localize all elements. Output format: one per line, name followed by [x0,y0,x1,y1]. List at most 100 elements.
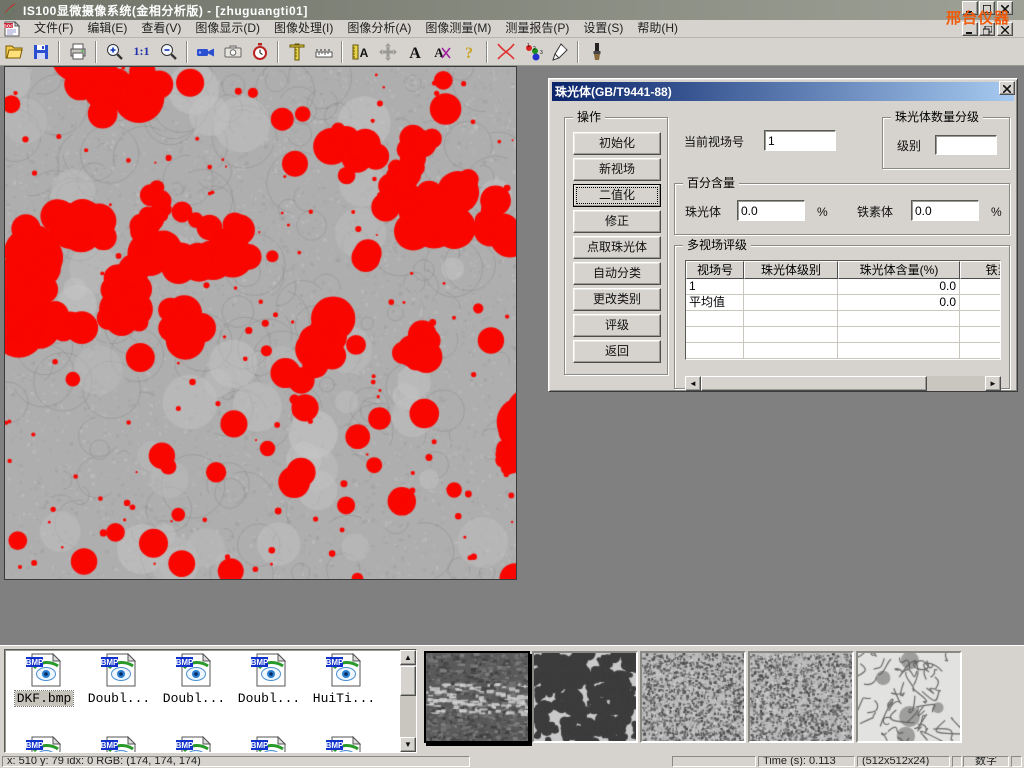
pearlite-percent-unit: % [817,204,828,220]
vscroll-thumb[interactable] [400,666,416,696]
file-item[interactable]: BMP Doubl... [232,653,306,706]
file-item[interactable]: BMP [157,736,231,753]
svg-text:BMP: BMP [326,658,344,667]
count-points-button[interactable]: 123 [520,40,545,64]
file-item[interactable]: BMP Doubl... [82,653,156,706]
hscroll-thumb[interactable] [701,376,927,391]
ferrite-label: 铁素体 [857,204,893,220]
table-hscrollbar[interactable]: ◄ ► [685,376,1001,391]
op-button-6[interactable]: 自动分类 [573,262,661,285]
ruler-horizontal-button[interactable] [311,40,336,64]
curve-tool-button[interactable] [493,40,518,64]
ferrite-percent-input[interactable] [911,200,979,221]
op-button-4[interactable]: 修正 [573,210,661,233]
timer-button[interactable] [247,40,272,64]
scroll-left-button[interactable]: ◄ [685,376,701,391]
actual-size-button[interactable]: 1:1 [129,40,154,64]
menu-items: 文件(F)编辑(E)查看(V)图像显示(D)图像处理(I)图像分析(A)图像测量… [27,20,685,37]
file-name: Doubl... [236,691,302,706]
file-item[interactable]: BMP Doubl... [157,653,231,706]
multifield-group: 多视场评级 视场号珠光体级别珠光体含量(%)铁素体含量(%)10.0平均值0.0… [674,245,1010,389]
menu-item-7[interactable]: 图像测量(M) [418,20,498,37]
text-delete-button[interactable]: A [429,40,454,64]
thumbnail-1[interactable] [424,651,530,743]
file-item[interactable]: BMP [307,736,381,753]
svg-text:BMP: BMP [26,658,44,667]
table-row[interactable] [686,327,1001,343]
dialog-close-button[interactable] [999,81,1015,95]
op-button-7[interactable]: 更改类别 [573,288,661,311]
pearlite-percent-input[interactable] [737,200,805,221]
svg-text:1: 1 [527,43,530,49]
file-list[interactable]: BMP BMP BMP BMP BMP [4,649,417,753]
menu-item-6[interactable]: 图像分析(A) [340,20,418,37]
ferrite-percent-unit: % [991,204,1002,220]
table-cell [838,311,960,327]
save-button[interactable] [28,40,53,64]
document-icon[interactable]: DOC [3,21,21,37]
svg-text:BMP: BMP [26,741,44,750]
table-cell [960,279,1001,295]
op-button-5[interactable]: 点取珠光体 [573,236,661,259]
thumbnail-5[interactable] [856,651,962,743]
toolbar-separator [186,41,188,63]
zoom-out-button[interactable] [156,40,181,64]
caliper-vertical-button[interactable] [284,40,309,64]
menu-item-4[interactable]: 图像显示(D) [188,20,267,37]
file-name: Doubl... [86,691,152,706]
measure-label-button[interactable]: A [348,40,373,64]
scroll-down-button[interactable]: ▼ [400,737,416,752]
level-input[interactable] [935,135,997,155]
video-capture-button[interactable] [193,40,218,64]
menu-item-8[interactable]: 测量报告(P) [498,20,576,37]
help-button[interactable]: ? [456,40,481,64]
camera-capture-button[interactable] [220,40,245,64]
file-item[interactable]: BMP DKF.bmp [7,653,81,706]
open-file-button[interactable] [1,40,26,64]
brush-tool-button[interactable] [584,40,609,64]
thumbnail-3[interactable] [640,651,746,743]
text-tool-button[interactable]: A [402,40,427,64]
table-cell: 1 [686,279,744,295]
file-list-scrollbar[interactable]: ▲ ▼ [400,650,416,752]
menu-item-2[interactable]: 编辑(E) [80,20,134,37]
table-row[interactable]: 平均值0.0 [686,295,1001,311]
table-row[interactable] [686,343,1001,359]
grading-group: 珠光体数量分级 级别 [882,117,1010,169]
scroll-up-button[interactable]: ▲ [400,650,416,665]
menu-item-10[interactable]: 帮助(H) [630,20,685,37]
table-row[interactable]: 10.0 [686,279,1001,295]
menu-item-5[interactable]: 图像处理(I) [267,20,340,37]
dialog-title-bar[interactable]: 珠光体(GB/T9441-88) [552,82,1014,101]
thumbnail-4[interactable] [748,651,854,743]
operation-buttons: 初始化新视场二值化修正点取珠光体自动分类更改类别评级返回 [572,132,662,366]
multifield-table[interactable]: 视场号珠光体级别珠光体含量(%)铁素体含量(%)10.0平均值0.0 [685,260,1001,360]
file-item[interactable]: BMP [232,736,306,753]
menu-item-1[interactable]: 文件(F) [27,20,80,37]
file-item[interactable]: BMP HuiTi... [307,653,381,706]
table-cell [744,343,838,359]
op-button-8[interactable]: 评级 [573,314,661,337]
op-button-1[interactable]: 初始化 [573,132,661,155]
menu-item-9[interactable]: 设置(S) [576,20,630,37]
zoom-in-button[interactable] [102,40,127,64]
file-item[interactable]: BMP [82,736,156,753]
thumbnail-2[interactable] [532,651,638,743]
op-button-3[interactable]: 二值化 [573,184,661,207]
table-cell: 平均值 [686,295,744,311]
operation-group: 操作 初始化新视场二值化修正点取珠光体自动分类更改类别评级返回 [564,117,668,375]
op-button-2[interactable]: 新视场 [573,158,661,181]
current-field-input[interactable] [764,130,836,151]
print-button[interactable] [65,40,90,64]
menu-item-3[interactable]: 查看(V) [134,20,188,37]
op-button-9[interactable]: 返回 [573,340,661,363]
app-icon [3,2,19,18]
scroll-right-button[interactable]: ► [985,376,1001,391]
micrograph-frame[interactable] [4,66,517,580]
svg-text:BMP: BMP [326,741,344,750]
table-row[interactable] [686,311,1001,327]
pen-tool-button[interactable] [547,40,572,64]
file-item[interactable]: BMP [7,736,81,753]
micrograph-canvas[interactable] [5,67,516,579]
move-tool-button[interactable] [375,40,400,64]
